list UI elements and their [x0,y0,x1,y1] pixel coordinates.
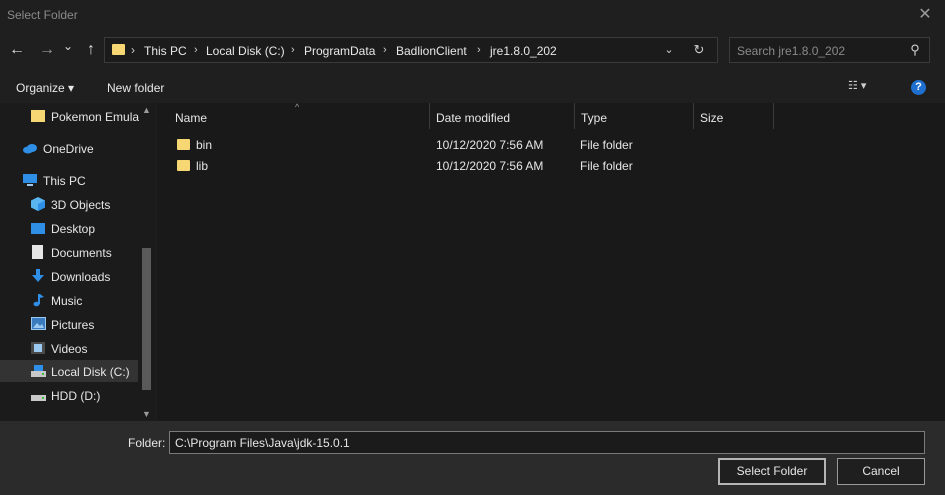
file-name: bin [196,138,213,152]
sidebar-item-label: Desktop [51,222,96,236]
up-arrow-icon[interactable]: ↑ [80,38,102,62]
change-view-icon[interactable]: ☷ ▾ [848,79,888,97]
file-date-modified: 10/12/2020 7:56 AM [436,159,544,173]
sidebar-item-local-disk-c[interactable]: Local Disk (C:) [0,360,138,382]
column-header-size[interactable]: Size [694,103,773,129]
address-dropdown-chevron-icon[interactable]: ⌄ [660,41,678,59]
scroll-up-arrow-icon[interactable]: ▲ [142,105,151,115]
sidebar-item-label: Music [51,294,83,308]
cube-icon [31,197,45,211]
scrollbar-thumb[interactable] [142,248,151,390]
scroll-down-arrow-icon[interactable]: ▼ [142,409,151,419]
breadcrumb-badlionclient[interactable]: BadlionClient [396,44,467,58]
window-title: Select Folder [7,8,78,22]
file-name: lib [196,159,209,173]
column-header-label: Size [700,111,724,125]
table-row[interactable]: bin 10/12/2020 7:56 AM File folder [167,135,667,155]
column-header-name[interactable]: Name [169,103,429,129]
breadcrumb-programdata[interactable]: ProgramData [304,44,375,58]
sidebar-item-label: OneDrive [43,142,94,156]
drive-icon [31,388,46,402]
folder-icon [112,44,125,55]
file-list: ^ Name Date modified Type Size bin 10/12… [157,102,945,421]
refresh-icon[interactable]: ↻ [690,41,708,59]
sidebar-item-label: Documents [51,246,112,260]
folder-path-input[interactable] [169,431,925,454]
music-icon [31,293,45,307]
sidebar-item-pictures[interactable]: Pictures [0,313,138,335]
help-icon[interactable]: ? [911,80,926,95]
sidebar-item-hdd-d[interactable]: HDD (D:) [0,384,138,406]
breadcrumb-separator[interactable]: › [477,44,481,56]
sidebar-item-label: This PC [43,174,86,188]
select-folder-button[interactable]: Select Folder [718,458,826,485]
cancel-button[interactable]: Cancel [837,458,925,485]
breadcrumb-jre[interactable]: jre1.8.0_202 [490,44,557,58]
column-header-type[interactable]: Type [575,103,693,129]
sidebar-item-label: Videos [51,342,88,356]
sidebar-item-music[interactable]: Music [0,289,138,311]
breadcrumb-separator[interactable]: › [194,44,198,56]
drive-icon [31,364,46,378]
desktop-icon [31,223,45,234]
organize-button[interactable]: Organize ▾ [16,81,74,95]
sidebar-item-pokemon-emula[interactable]: Pokemon Emula [0,105,140,127]
column-divider[interactable] [773,103,774,129]
column-header-label: Name [175,111,208,125]
folder-label: Folder: [128,436,166,450]
address-bar[interactable]: › This PC › Local Disk (C:) › ProgramDat… [104,37,718,63]
folder-icon [177,139,190,150]
column-header-label: Type [581,111,608,125]
new-folder-button[interactable]: New folder [107,81,164,95]
search-box[interactable]: Search jre1.8.0_202 ⚲ [729,37,930,63]
folder-icon [177,160,190,171]
search-icon[interactable]: ⚲ [907,42,923,58]
sidebar-item-label: Local Disk (C:) [51,365,130,379]
dialog-footer: Folder: Select Folder Cancel [0,421,945,495]
cloud-icon [22,141,37,155]
search-placeholder: Search jre1.8.0_202 [737,44,846,58]
command-toolbar: Organize ▾ New folder ☷ ▾ ? [0,71,945,103]
sidebar-item-this-pc[interactable]: This PC [0,169,138,191]
sidebar-item-onedrive[interactable]: OneDrive [0,137,138,159]
sidebar-scrollbar[interactable]: ▲ ▼ [139,103,154,421]
file-type: File folder [580,138,633,152]
close-icon[interactable]: ✕ [915,5,935,25]
recent-locations-chevron-icon[interactable]: ⌄ [60,34,76,58]
file-type: File folder [580,159,633,173]
download-icon [31,269,45,283]
file-date-modified: 10/12/2020 7:56 AM [436,138,544,152]
sidebar-item-label: Pokemon Emula [51,110,140,124]
folder-icon [31,110,45,122]
forward-arrow-icon[interactable]: → [36,38,58,62]
title-bar: Select Folder ✕ [0,0,945,31]
breadcrumb-local-disk[interactable]: Local Disk (C:) [206,44,285,58]
computer-icon [22,173,37,187]
video-icon [31,341,45,355]
sidebar-item-downloads[interactable]: Downloads [0,265,138,287]
sidebar-item-label: 3D Objects [51,198,111,212]
breadcrumb-separator: › [131,43,135,57]
sidebar-item-label: Downloads [51,270,111,284]
sidebar-item-label: HDD (D:) [51,389,101,403]
sidebar-item-desktop[interactable]: Desktop [0,217,138,239]
sidebar-item-documents[interactable]: Documents [0,241,138,263]
table-row[interactable]: lib 10/12/2020 7:56 AM File folder [167,156,667,176]
sidebar-item-3d-objects[interactable]: 3D Objects [0,193,138,215]
breadcrumb-separator[interactable]: › [383,44,387,56]
breadcrumb-this-pc[interactable]: This PC [144,44,187,58]
back-arrow-icon[interactable]: ← [6,38,28,62]
column-header-label: Date modified [436,111,511,125]
navigation-pane: Pokemon Emula OneDrive This PC 3D Object… [0,103,156,421]
breadcrumb-separator[interactable]: › [291,44,295,56]
sidebar-item-label: Pictures [51,318,95,332]
sidebar-item-videos[interactable]: Videos [0,337,138,359]
column-header-date-modified[interactable]: Date modified [430,103,574,129]
pictures-icon [31,317,46,331]
document-icon [32,245,43,259]
navigation-bar: ← → ⌄ ↑ › This PC › Local Disk (C:) › Pr… [0,31,945,71]
